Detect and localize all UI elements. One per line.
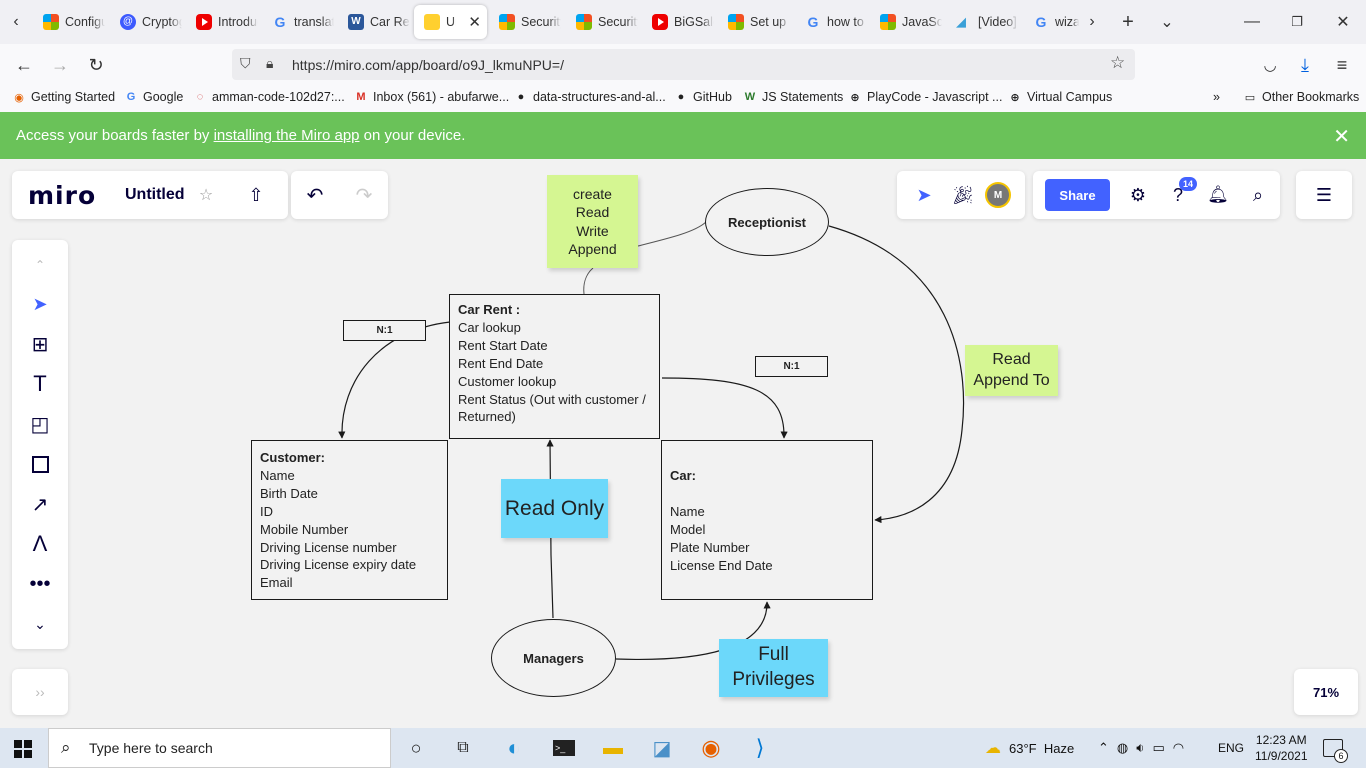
terminal-icon[interactable]: >_ (549, 734, 579, 762)
connector-create-to-carrent (583, 267, 594, 295)
sticky-read-append[interactable]: Read Append To (965, 345, 1058, 396)
share-button[interactable]: Share (1045, 179, 1110, 211)
notification-center[interactable]: 6 (1323, 728, 1348, 768)
avatar[interactable]: M (985, 182, 1011, 208)
file-explorer-icon[interactable]: ▬ (598, 734, 628, 762)
cursor-follow-icon[interactable]: ➤ (911, 183, 937, 207)
car-rent-field: Rent End Date (458, 355, 544, 371)
customer-field: Mobile Number (260, 521, 349, 537)
language-indicator[interactable]: ENG (1218, 728, 1244, 768)
notification-count: 6 (1334, 749, 1348, 763)
customer-title: Customer: (260, 450, 326, 465)
firefox-icon[interactable]: ◉ (696, 734, 726, 762)
board-title[interactable]: Untitled (125, 186, 185, 204)
volume-icon[interactable]: 🔉︎ (1136, 740, 1144, 756)
weather-widget[interactable]: ☁︎ 63°F Haze (985, 728, 1074, 768)
shape-tool-icon[interactable] (28, 452, 52, 476)
windows-taskbar: ⌕ Type here to search ○ ⧉ ◐ >_ ▬ ◪ ◉ ⟩ ☁… (0, 728, 1366, 768)
collapse-toolbar-icon[interactable]: ⌃ (28, 255, 52, 275)
edge-icon[interactable]: ◐ (499, 734, 529, 762)
zoom-level[interactable]: 71% (1294, 669, 1358, 715)
battery-icon[interactable]: ▭ (1152, 740, 1164, 756)
connection-line-icon[interactable]: ↗ (28, 492, 52, 516)
undo-icon[interactable]: ↶ (303, 183, 327, 207)
receptionist-node[interactable]: Receptionist (705, 188, 829, 256)
car-rent-title: Car Rent : (458, 302, 521, 317)
connector-carrent-to-car (661, 377, 788, 439)
car-rent-field: Rent Start Date (458, 337, 548, 353)
chevron-up-icon[interactable]: ⌃ (1098, 740, 1109, 756)
car-field: Plate Number (670, 539, 750, 555)
relationship-tag-right[interactable]: N:1 (755, 356, 828, 377)
redo-icon[interactable]: ↷ (352, 183, 376, 207)
taskbar-search-placeholder: Type here to search (89, 740, 213, 756)
customer-field: Name (260, 467, 295, 483)
celebrate-icon[interactable]: 🎉︎ (950, 183, 976, 207)
managers-node[interactable]: Managers (491, 619, 616, 697)
customer-entity[interactable]: Customer: Name Birth Date ID Mobile Numb… (251, 440, 448, 600)
templates-icon[interactable]: ⊞ (28, 332, 52, 356)
car-field: Name (670, 503, 705, 519)
car-field-spacer (670, 485, 864, 503)
app-icon[interactable]: ◪ (647, 734, 677, 762)
car-title: Car: (670, 468, 697, 483)
weather-text: 63°F Haze (1009, 740, 1075, 756)
customer-field: Birth Date (260, 485, 318, 501)
settings-sliders-icon[interactable]: ⚙︎ (1126, 183, 1150, 207)
expand-panel-icon[interactable]: ›› (28, 681, 52, 703)
connector-create-to-receptionist (637, 221, 707, 247)
miro-logo[interactable]: miro (28, 181, 96, 210)
export-icon[interactable]: ⇧ (244, 183, 268, 207)
vscode-icon[interactable]: ⟩ (745, 734, 775, 762)
clock[interactable]: 12:23 AM 11/9/2021 (1255, 728, 1308, 768)
expand-toolbar-icon[interactable]: ⌄ (28, 612, 52, 636)
car-rent-field: Car lookup (458, 319, 521, 335)
car-rent-field: Rent Status (Out with customer / (458, 391, 646, 407)
sticky-read-only[interactable]: Read Only (501, 479, 608, 538)
car-rent-entity[interactable]: Car Rent : Car lookup Rent Start Date Re… (449, 294, 660, 439)
customer-field: Driving License number (260, 539, 397, 555)
search-icon: ⌕ (61, 738, 71, 757)
cortana-icon[interactable]: ○ (401, 734, 431, 762)
text-tool-icon[interactable]: T (28, 371, 52, 396)
search-icon[interactable]: ⌕ (1246, 183, 1270, 207)
sticky-full-privileges[interactable]: Full Privileges (719, 639, 828, 697)
windows-start-icon[interactable] (14, 740, 32, 758)
weather-icon: ☁︎ (985, 740, 1001, 757)
board-menu-icon[interactable]: ☰ (1312, 183, 1336, 207)
star-icon[interactable]: ☆ (196, 185, 216, 205)
pen-tool-icon[interactable]: Λ (28, 531, 52, 556)
car-field: License End Date (670, 557, 773, 573)
customer-field: ID (260, 503, 273, 519)
car-entity[interactable]: Car: Name Model Plate Number License End… (661, 440, 873, 600)
taskbar-search[interactable]: ⌕ Type here to search (48, 728, 391, 768)
task-view-icon[interactable]: ⧉ (448, 734, 478, 762)
customer-field: Email (260, 575, 293, 591)
clock-date: 11/9/2021 (1255, 749, 1308, 763)
notification-badge: 14 (1179, 177, 1197, 191)
car-rent-field: Customer lookup (458, 373, 557, 389)
customer-field: Driving License expiry date (260, 557, 417, 573)
tray-icons[interactable]: ⌃ ◍ 🔉︎ ▭ ◠ (1098, 728, 1184, 768)
sticky-note-icon[interactable]: ◰ (28, 412, 52, 436)
select-tool-icon[interactable]: ➤ (28, 292, 52, 316)
clock-time: 12:23 AM (1255, 733, 1307, 747)
car-field: Model (670, 521, 706, 537)
bell-icon[interactable]: 🔔︎ (1206, 183, 1230, 207)
car-rent-field: Returned) (458, 409, 516, 425)
connector-lines (338, 221, 965, 660)
relationship-tag-left[interactable]: N:1 (343, 320, 426, 341)
more-tools-icon[interactable]: ••• (28, 572, 52, 596)
wifi-icon[interactable]: ◠ (1173, 740, 1184, 756)
sticky-create-read-write[interactable]: create Read Write Append (547, 175, 638, 268)
meet-icon[interactable]: ◍ (1117, 740, 1128, 756)
